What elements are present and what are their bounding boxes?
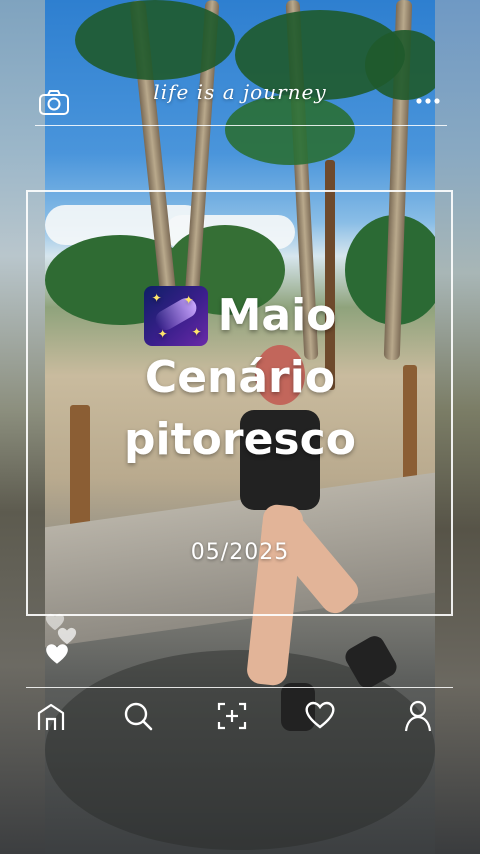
date-label: 05/2025: [190, 540, 290, 565]
camera-icon[interactable]: [38, 88, 70, 116]
headline-line3: pitoresco: [124, 414, 356, 465]
comet-galaxy-emoji: ✦ ✦ ✦ ✦: [143, 286, 208, 346]
headline: ✦ ✦ ✦ ✦ Maio Cenário pitoresco: [60, 285, 420, 471]
add-icon[interactable]: [217, 702, 247, 730]
more-dots-icon[interactable]: [415, 96, 441, 106]
headline-line2: Cenário: [144, 352, 336, 403]
search-icon[interactable]: [122, 700, 154, 732]
header-title: life is a journey: [153, 80, 327, 104]
heart-icon[interactable]: [304, 700, 336, 730]
header-divider: [35, 125, 447, 126]
profile-icon[interactable]: [404, 700, 432, 732]
home-icon[interactable]: [36, 702, 66, 732]
bottom-divider: [26, 687, 453, 688]
heart-filled-icon[interactable]: [44, 642, 70, 666]
headline-month: Maio: [217, 290, 337, 341]
